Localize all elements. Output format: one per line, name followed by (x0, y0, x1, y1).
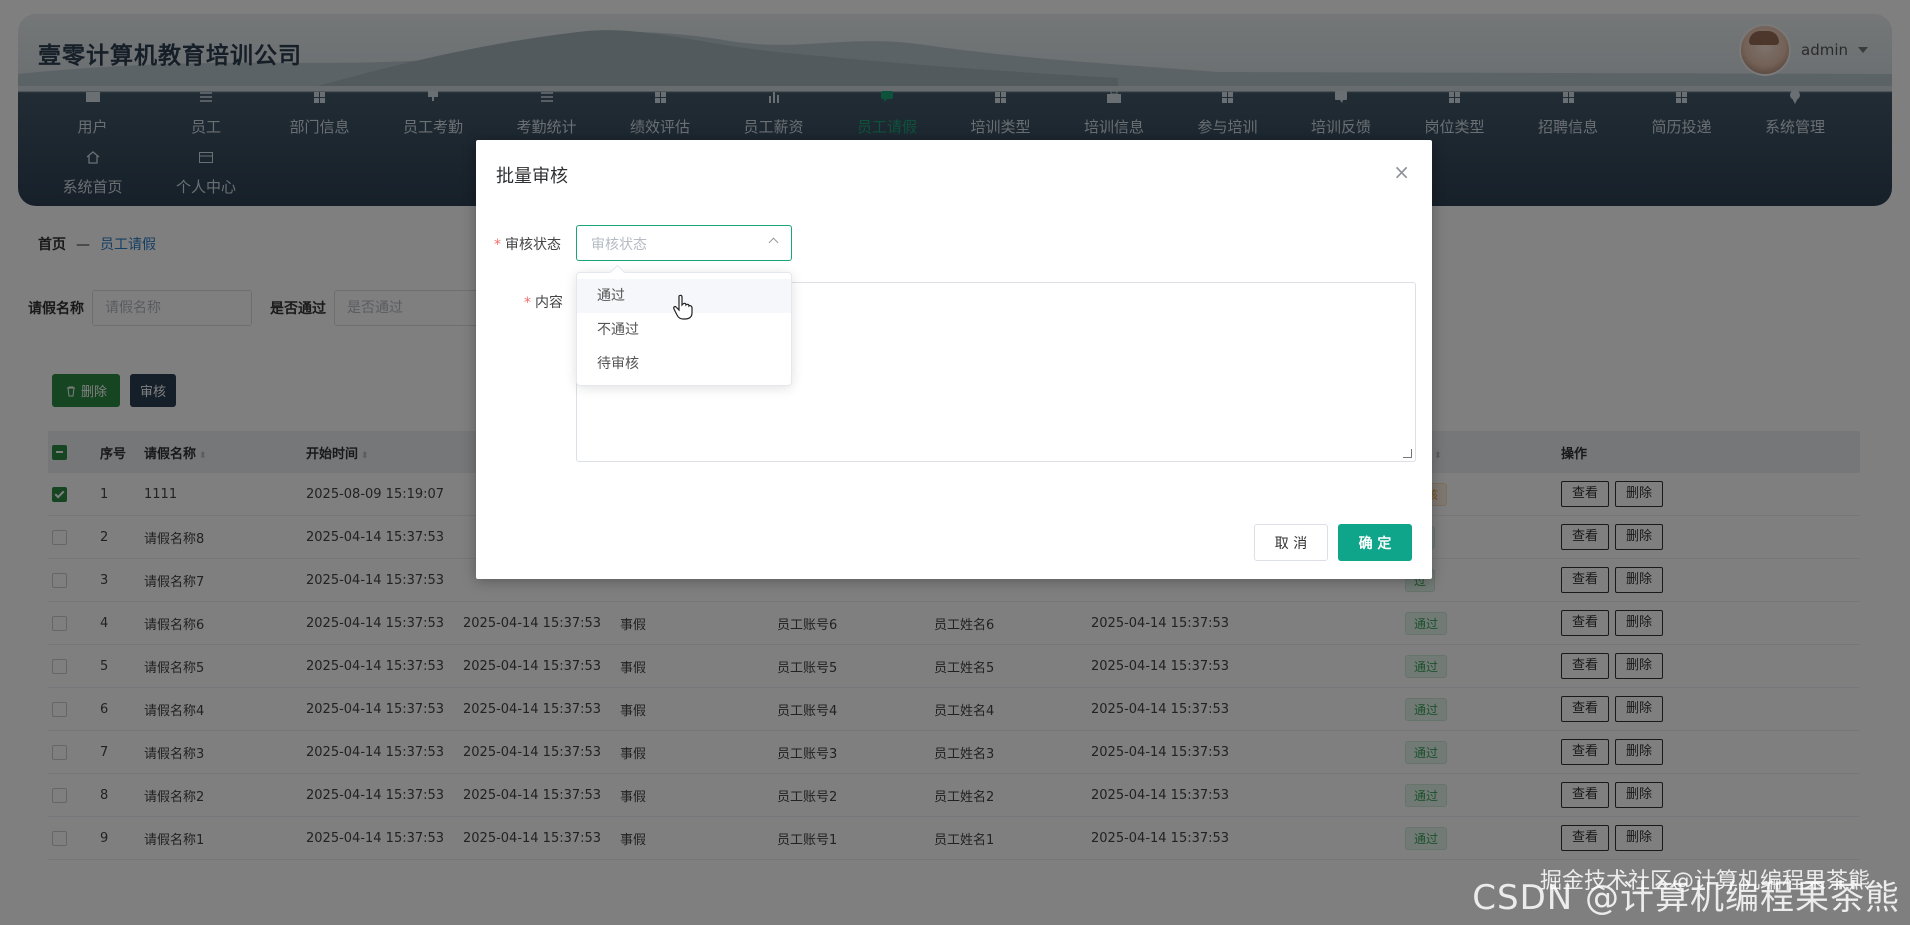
audit-status-label-text: 审核状态 (505, 237, 561, 253)
resize-handle-icon[interactable] (1403, 449, 1412, 458)
audit-status-dropdown: 通过 不通过 待审核 (576, 272, 792, 386)
cancel-button[interactable]: 取 消 (1254, 524, 1328, 561)
app-window: 壹零计算机教育培训公司 admin 用户员工部门信息员工考勤考勤统计绩效评估员工… (0, 0, 1910, 925)
content-label: * 内容 (524, 295, 563, 311)
content-label-text: 内容 (535, 295, 563, 311)
hand-cursor-icon (673, 294, 693, 320)
audit-status-select[interactable]: 审核状态 (576, 225, 792, 261)
dialog-title: 批量审核 (496, 166, 568, 187)
close-icon[interactable]: × (1393, 160, 1410, 184)
audit-status-placeholder: 审核状态 (591, 237, 647, 253)
watermark-csdn: CSDN @计算机编程果茶熊 (1472, 878, 1900, 918)
confirm-button[interactable]: 确 定 (1338, 524, 1412, 561)
option-pending[interactable]: 待审核 (577, 347, 791, 381)
chevron-up-icon (768, 237, 779, 248)
audit-status-label: * 审核状态 (494, 237, 561, 253)
